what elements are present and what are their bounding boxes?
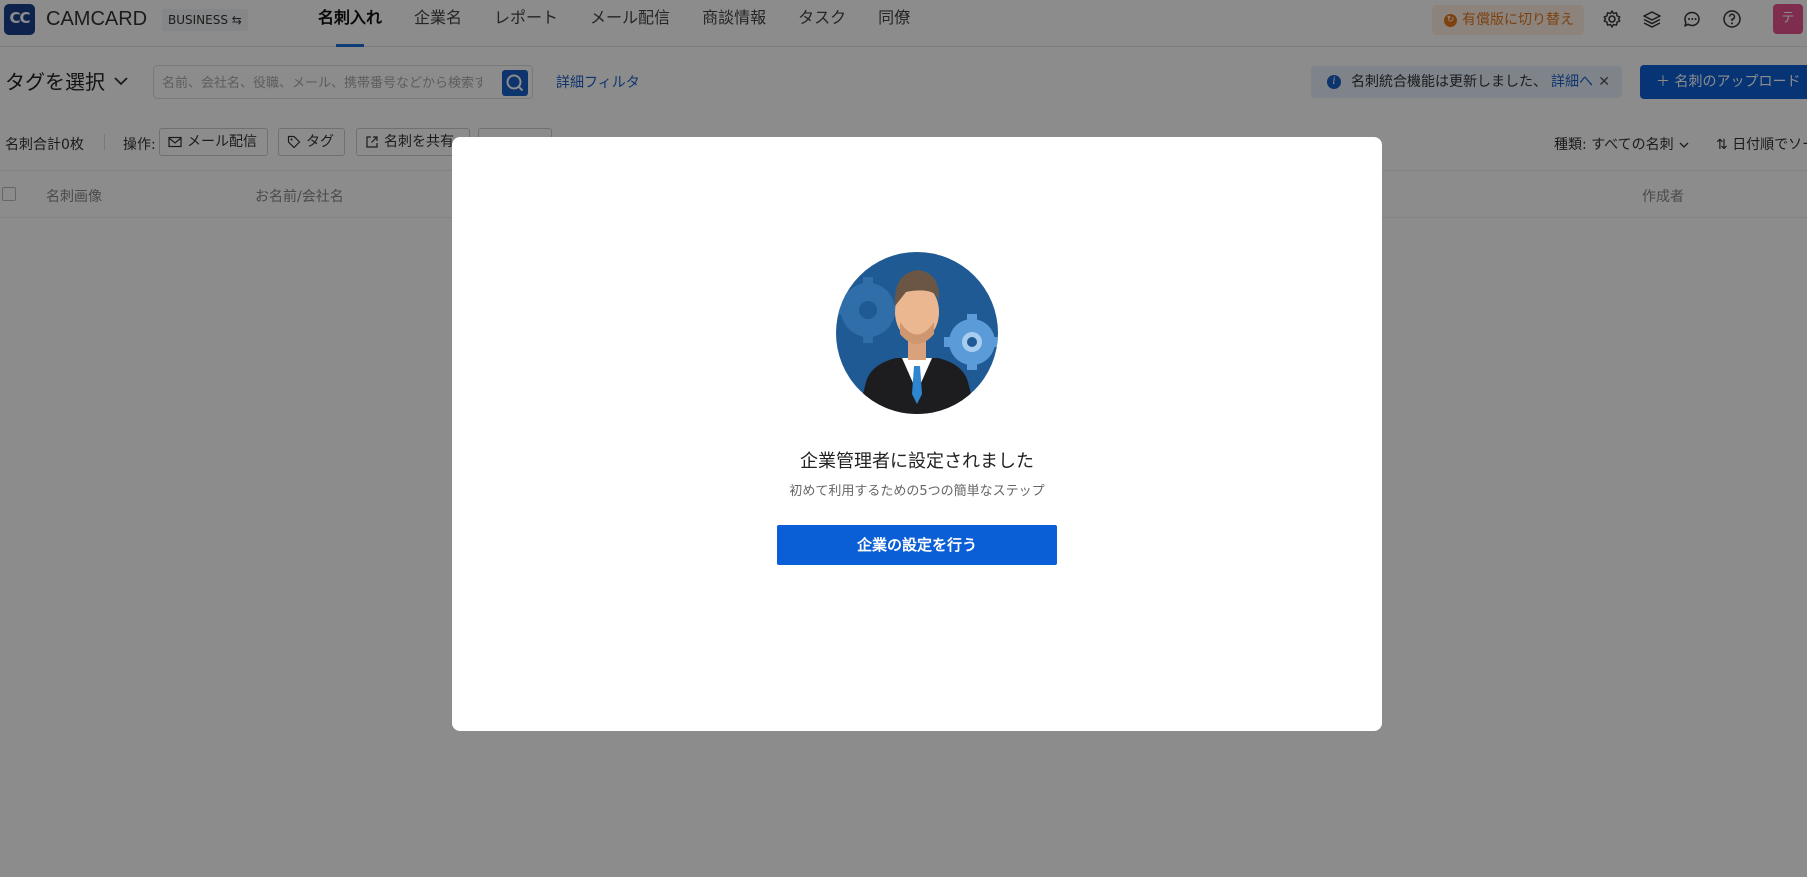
admin-avatar-illustration (836, 252, 998, 414)
modal-title: 企業管理者に設定されました (800, 451, 1034, 472)
admin-setup-modal: 企業管理者に設定されました 初めて利用するための5つの簡単なステップ 企業の設定… (452, 137, 1382, 731)
modal-subtitle: 初めて利用するための5つの簡単なステップ (789, 484, 1045, 499)
company-setup-button[interactable]: 企業の設定を行う (777, 525, 1057, 565)
